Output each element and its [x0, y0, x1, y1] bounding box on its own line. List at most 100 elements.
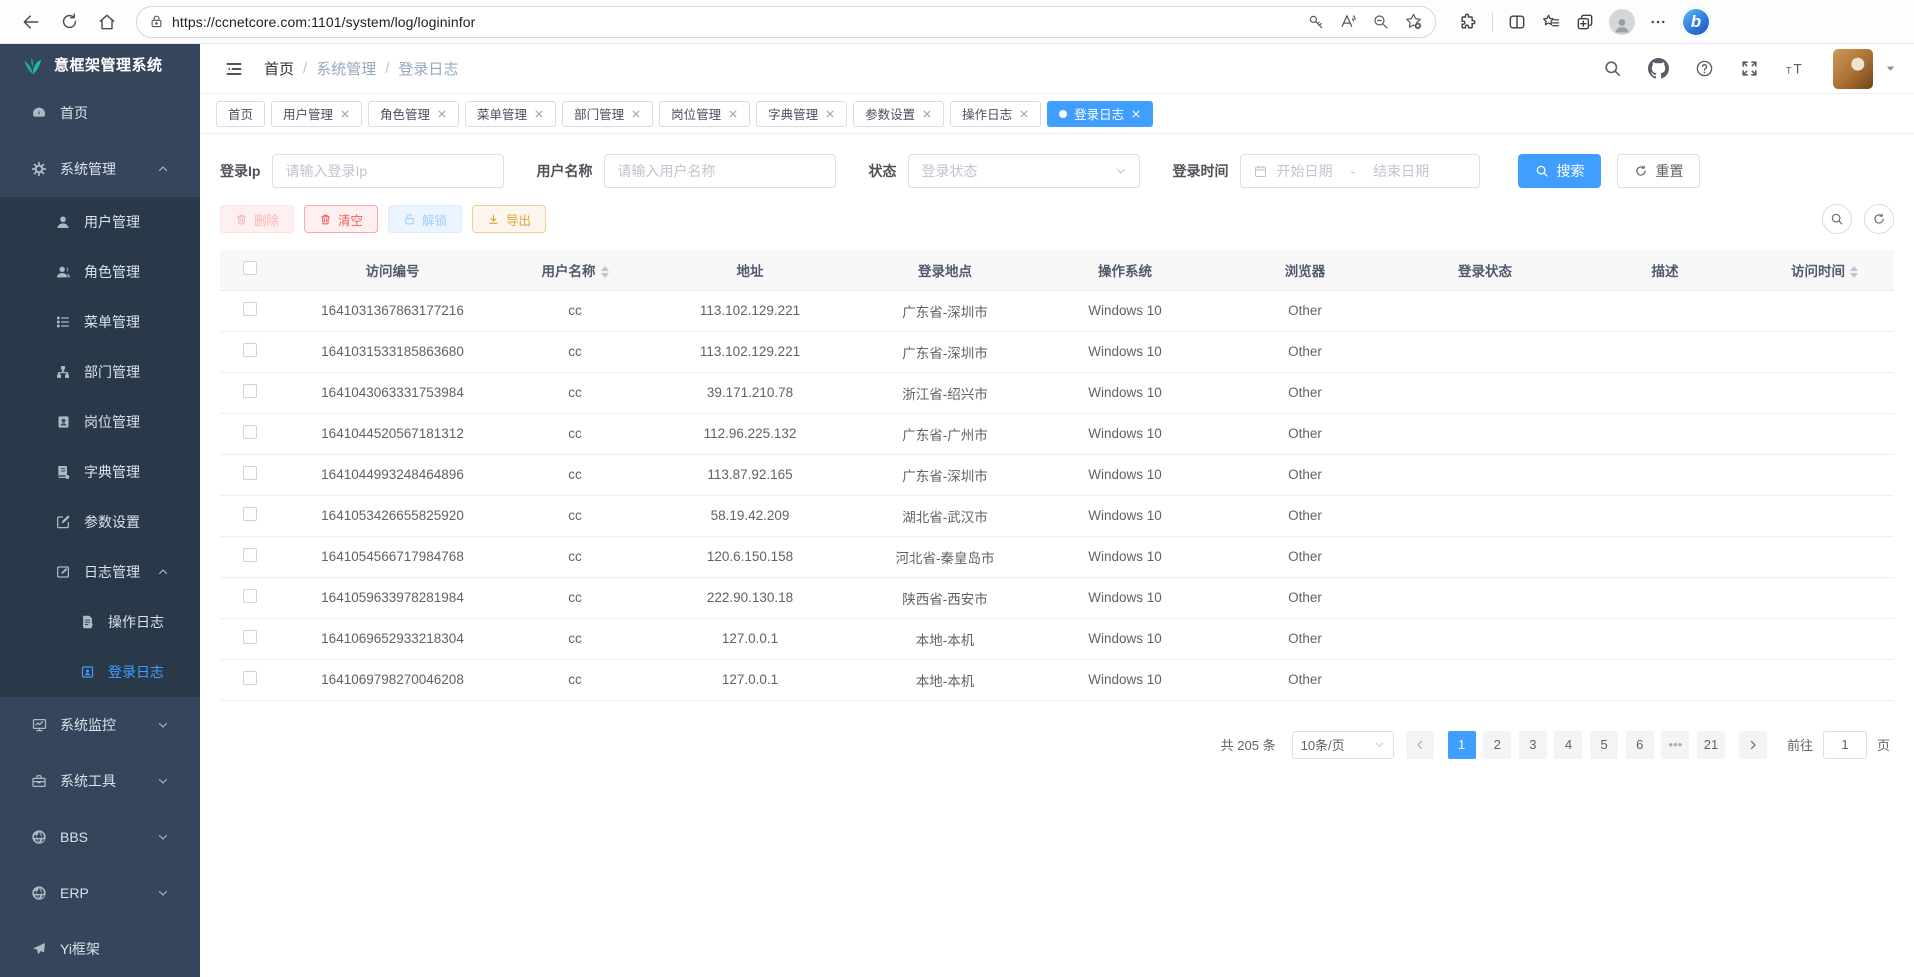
github-icon[interactable]: [1648, 58, 1669, 79]
bing-chat-icon[interactable]: b: [1681, 7, 1711, 37]
row-checkbox[interactable]: [243, 302, 257, 316]
tab-参数设置[interactable]: 参数设置: [853, 101, 944, 127]
sort-icon[interactable]: [1850, 266, 1858, 278]
sidebar-item-operation-log[interactable]: 操作日志: [0, 597, 200, 647]
collapse-sidebar-icon[interactable]: [224, 59, 244, 79]
prev-page-button[interactable]: [1406, 731, 1434, 759]
row-checkbox[interactable]: [243, 671, 257, 685]
reset-button[interactable]: 重置: [1617, 154, 1700, 188]
close-tab-icon[interactable]: [1019, 109, 1029, 119]
tab-用户管理[interactable]: 用户管理: [271, 101, 362, 127]
close-tab-icon[interactable]: [728, 109, 738, 119]
more-pages-button[interactable]: •••: [1661, 731, 1689, 759]
collections-icon[interactable]: [1575, 12, 1595, 32]
url-text[interactable]: https://ccnetcore.com:1101/system/log/lo…: [172, 14, 1299, 30]
sidebar-item-yi-framework[interactable]: Yi框架: [0, 921, 200, 977]
row-checkbox[interactable]: [243, 343, 257, 357]
refresh-icon[interactable]: [52, 5, 86, 39]
tab-字典管理[interactable]: 字典管理: [756, 101, 847, 127]
page-button-3[interactable]: 3: [1519, 731, 1547, 759]
address-bar[interactable]: https://ccnetcore.com:1101/system/log/lo…: [136, 6, 1436, 38]
page-size-select[interactable]: 10条/页: [1292, 731, 1394, 759]
close-tab-icon[interactable]: [1131, 109, 1141, 119]
close-tab-icon[interactable]: [437, 109, 447, 119]
row-checkbox[interactable]: [243, 630, 257, 644]
tab-菜单管理[interactable]: 菜单管理: [465, 101, 556, 127]
zoom-out-icon[interactable]: [1372, 13, 1390, 31]
tab-操作日志[interactable]: 操作日志: [950, 101, 1041, 127]
row-checkbox[interactable]: [243, 548, 257, 562]
sidebar-item-home[interactable]: 首页: [0, 85, 200, 141]
page-button-6[interactable]: 6: [1626, 731, 1654, 759]
browser-profile-avatar[interactable]: [1609, 9, 1635, 35]
tab-岗位管理[interactable]: 岗位管理: [659, 101, 750, 127]
help-icon[interactable]: [1695, 59, 1714, 78]
favorites-list-icon[interactable]: [1541, 12, 1561, 32]
page-button-4[interactable]: 4: [1554, 731, 1582, 759]
date-range-picker[interactable]: 开始日期 - 结束日期: [1240, 154, 1480, 188]
export-button[interactable]: 导出: [472, 205, 546, 233]
more-menu-icon[interactable]: [1649, 13, 1667, 31]
user-avatar[interactable]: [1833, 49, 1873, 89]
sidebar-item-bbs[interactable]: BBS: [0, 809, 200, 865]
sidebar-item-login-log[interactable]: 登录日志: [0, 647, 200, 697]
sidebar-item-param-settings[interactable]: 参数设置: [0, 497, 200, 547]
home-icon[interactable]: [90, 5, 124, 39]
fullscreen-icon[interactable]: [1740, 59, 1759, 78]
read-aloud-icon[interactable]: [1339, 12, 1358, 31]
close-tab-icon[interactable]: [534, 109, 544, 119]
page-button-1[interactable]: 1: [1448, 731, 1476, 759]
search-icon[interactable]: [1603, 59, 1622, 78]
next-page-button[interactable]: [1739, 731, 1767, 759]
avatar-caret-icon[interactable]: [1885, 63, 1896, 74]
close-tab-icon[interactable]: [631, 109, 641, 119]
delete-button[interactable]: 删除: [220, 205, 294, 233]
sidebar-item-erp[interactable]: ERP: [0, 865, 200, 921]
favorite-star-icon[interactable]: [1404, 12, 1423, 31]
tab-登录日志[interactable]: 登录日志: [1047, 101, 1153, 127]
sidebar-item-system-tools[interactable]: 系统工具: [0, 753, 200, 809]
page-button-21[interactable]: 21: [1697, 731, 1725, 759]
row-checkbox[interactable]: [243, 507, 257, 521]
back-icon[interactable]: [14, 5, 48, 39]
row-checkbox[interactable]: [243, 425, 257, 439]
status-select[interactable]: 登录状态: [908, 154, 1140, 188]
extensions-icon[interactable]: [1458, 12, 1478, 32]
page-button-2[interactable]: 2: [1483, 731, 1511, 759]
close-tab-icon[interactable]: [340, 109, 350, 119]
row-checkbox[interactable]: [243, 384, 257, 398]
row-checkbox[interactable]: [243, 589, 257, 603]
select-all-checkbox[interactable]: [243, 261, 257, 275]
sidebar-item-menu-management[interactable]: 菜单管理: [0, 297, 200, 347]
tab-首页[interactable]: 首页: [216, 101, 265, 127]
sidebar-item-system-management[interactable]: 系统管理: [0, 141, 200, 197]
breadcrumb-home[interactable]: 首页: [264, 58, 294, 79]
split-screen-icon[interactable]: [1507, 12, 1527, 32]
column-header-用户名称[interactable]: 用户名称: [505, 250, 645, 290]
sidebar-item-user-management[interactable]: 用户管理: [0, 197, 200, 247]
page-button-5[interactable]: 5: [1590, 731, 1618, 759]
user-name-input[interactable]: 请输入用户名称: [604, 154, 836, 188]
login-ip-input[interactable]: 请输入登录Ip: [272, 154, 504, 188]
password-key-icon[interactable]: [1307, 13, 1325, 31]
toggle-search-icon[interactable]: [1822, 204, 1852, 234]
sidebar-item-dict-management[interactable]: 字典管理: [0, 447, 200, 497]
sidebar-item-post-management[interactable]: 岗位管理: [0, 397, 200, 447]
sort-icon[interactable]: [601, 266, 609, 278]
close-tab-icon[interactable]: [825, 109, 835, 119]
tab-角色管理[interactable]: 角色管理: [368, 101, 459, 127]
sidebar-item-dept-management[interactable]: 部门管理: [0, 347, 200, 397]
tab-部门管理[interactable]: 部门管理: [562, 101, 653, 127]
sidebar-item-log-management[interactable]: 日志管理: [0, 547, 200, 597]
sidebar-item-role-management[interactable]: 角色管理: [0, 247, 200, 297]
sidebar-item-system-monitor[interactable]: 系统监控: [0, 697, 200, 753]
refresh-table-icon[interactable]: [1864, 204, 1894, 234]
goto-page-input[interactable]: 1: [1823, 731, 1867, 759]
app-logo[interactable]: 意框架管理系统: [0, 44, 200, 85]
font-size-icon[interactable]: TT: [1785, 59, 1807, 78]
close-tab-icon[interactable]: [922, 109, 932, 119]
row-checkbox[interactable]: [243, 466, 257, 480]
column-header-访问时间[interactable]: 访问时间: [1755, 250, 1894, 290]
unlock-button[interactable]: 解锁: [388, 205, 462, 233]
clear-button[interactable]: 清空: [304, 205, 378, 233]
